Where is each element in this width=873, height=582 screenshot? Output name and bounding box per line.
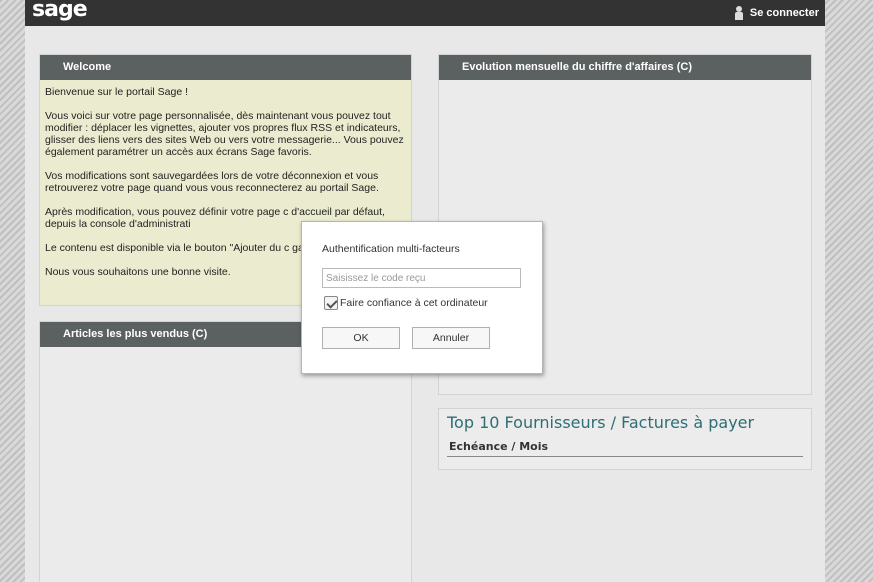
ok-button[interactable]: OK <box>322 327 400 349</box>
mfa-dialog: Authentification multi-facteurs Faire co… <box>301 221 543 374</box>
login-label: Se connecter <box>749 7 819 19</box>
trust-computer-label: Faire confiance à cet ordinateur <box>340 297 488 309</box>
welcome-paragraph: Bienvenue sur le portail Sage ! <box>45 86 189 98</box>
top10-column-header: Echéance / Mois <box>447 440 803 457</box>
trust-computer-checkbox[interactable]: Faire confiance à cet ordinateur <box>324 296 488 310</box>
mfa-code-input[interactable] <box>322 268 521 288</box>
welcome-paragraph: Vos modifications sont sauvegardées lors… <box>45 170 379 194</box>
login-button[interactable]: Se connecter <box>734 6 819 20</box>
user-icon <box>734 6 744 20</box>
top10-suppliers-panel: Top 10 Fournisseurs / Factures à payer E… <box>438 408 812 470</box>
sage-logo: sage <box>32 0 88 22</box>
checkbox-checked-icon[interactable] <box>324 296 338 310</box>
top-bar: sage Se connecter <box>25 0 825 26</box>
top10-title: Top 10 Fournisseurs / Factures à payer <box>447 413 755 432</box>
cancel-button[interactable]: Annuler <box>412 327 490 349</box>
evolution-panel-title[interactable]: Evolution mensuelle du chiffre d'affaire… <box>439 55 811 80</box>
welcome-panel-title[interactable]: Welcome <box>40 55 411 80</box>
welcome-paragraph: Vous voici sur votre page personnalisée,… <box>45 110 404 158</box>
mfa-dialog-title: Authentification multi-facteurs <box>322 243 460 255</box>
